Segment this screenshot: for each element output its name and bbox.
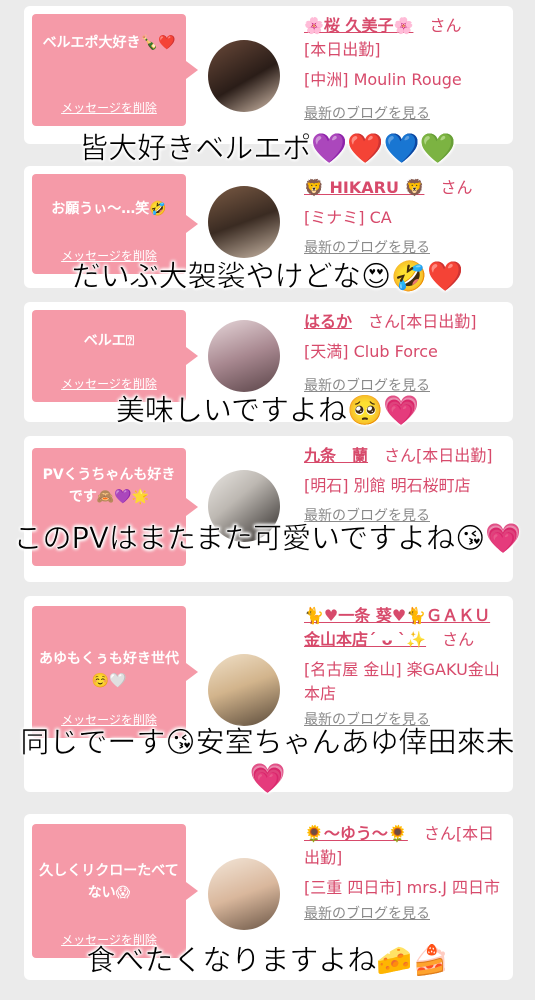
- name-suffix: さん: [440, 178, 473, 197]
- blog-link[interactable]: 最新のブログを見る: [304, 902, 504, 926]
- message-text: お願うぃ〜…笑🤣: [51, 201, 167, 217]
- profile-info: 🌸桜 久美子🌸 さん [本日出勤] [中洲] Moulin Rouge 最新のブ…: [304, 14, 504, 126]
- blog-link[interactable]: 最新のブログを見る: [304, 102, 504, 126]
- delete-message-link[interactable]: メッセージを削除: [32, 375, 186, 392]
- shop-text: [三重 四日市] mrs.J 四日市: [304, 878, 501, 897]
- message-text: 久しくリクローたべてない😱: [39, 863, 179, 901]
- status-text: [本日出勤]: [304, 40, 381, 59]
- avatar[interactable]: [208, 654, 280, 726]
- name-suffix: さん: [429, 16, 462, 35]
- caption-overlay: だいぶ大袈裟やけどな😍🤣❤️: [71, 259, 464, 294]
- caption-overlay: 同じでーす😘安室ちゃんあゆ倖田來未💗: [20, 725, 515, 796]
- profile-name-link[interactable]: 九条 蘭: [304, 446, 368, 465]
- message-bubble: ベルエポ大好き🍾❤️ メッセージを削除: [32, 14, 198, 126]
- message-card: ベルエポ大好き🍾❤️ メッセージを削除 🌸桜 久美子🌸 さん [本日出勤] [中…: [24, 6, 513, 144]
- message-bubble: あゆもくぅも好き世代☺️🤍 メッセージを削除: [32, 606, 198, 738]
- profile-info: 九条 蘭 さん[本日出勤] [明石] 別館 明石桜町店 最新のブログを見る: [304, 444, 504, 528]
- message-text: PVくうちゃんも好きです🙈💜🌟: [42, 467, 176, 505]
- message-text: ベルエポ大好き🍾❤️: [42, 35, 176, 51]
- shop-text: [名古屋 金山] 楽GAKU金山本店: [304, 660, 500, 703]
- avatar[interactable]: [208, 40, 280, 112]
- shop-text: [明石] 別館 明石桜町店: [304, 476, 471, 495]
- avatar[interactable]: [208, 320, 280, 392]
- name-suffix: さん: [442, 630, 475, 649]
- caption-overlay: 食べたくなりますよね🧀🍰: [86, 943, 449, 978]
- avatar[interactable]: [208, 186, 280, 258]
- profile-name-link[interactable]: 🌻〜ゆう〜🌻: [304, 824, 408, 843]
- avatar[interactable]: [208, 858, 280, 930]
- message-text: あゆもくぅも好き世代☺️🤍: [39, 651, 179, 689]
- profile-name-link[interactable]: はるか: [304, 312, 352, 331]
- shop-text: [天満] Club Force: [304, 342, 438, 361]
- shop-text: [ミナミ] CA: [304, 208, 392, 227]
- name-suffix: さん[本日出勤]: [384, 446, 493, 465]
- blog-link[interactable]: 最新のブログを見る: [304, 236, 504, 260]
- profile-info: 🦁 HIKARU 🦁 さん [ミナミ] CA 最新のブログを見る: [304, 176, 504, 260]
- caption-overlay: 美味しいですよね🥺💗: [115, 393, 420, 428]
- message-card: PVくうちゃんも好きです🙈💜🌟 九条 蘭 さん[本日出勤] [明石] 別館 明石…: [24, 436, 513, 582]
- profile-info: はるか さん[本日出勤] [天満] Club Force 最新のブログを見る: [304, 310, 504, 398]
- message-bubble: ベルエ⍰ メッセージを削除: [32, 310, 198, 402]
- caption-overlay: このPVはまたまた可愛いですよね😘💗: [13, 521, 522, 556]
- delete-message-link[interactable]: メッセージを削除: [32, 99, 186, 116]
- profile-name-link[interactable]: 🦁 HIKARU 🦁: [304, 178, 424, 197]
- message-bubble: 久しくリクローたべてない😱 メッセージを削除: [32, 824, 198, 958]
- profile-info: 🌻〜ゆう〜🌻 さん[本日出勤] [三重 四日市] mrs.J 四日市 最新のブロ…: [304, 822, 504, 926]
- profile-info: 🐈♥一条 葵♥🐈ＧＡＫＵ金山本店´ ᴗ `✨ さん [名古屋 金山] 楽GAKU…: [304, 604, 504, 732]
- shop-text: [中洲] Moulin Rouge: [304, 70, 462, 89]
- name-suffix: さん[本日出勤]: [368, 312, 477, 331]
- caption-overlay: 皆大好きベルエポ💜❤️💙💚: [79, 131, 456, 166]
- message-text: ベルエ⍰: [83, 333, 135, 349]
- profile-name-link[interactable]: 🌸桜 久美子🌸: [304, 16, 413, 35]
